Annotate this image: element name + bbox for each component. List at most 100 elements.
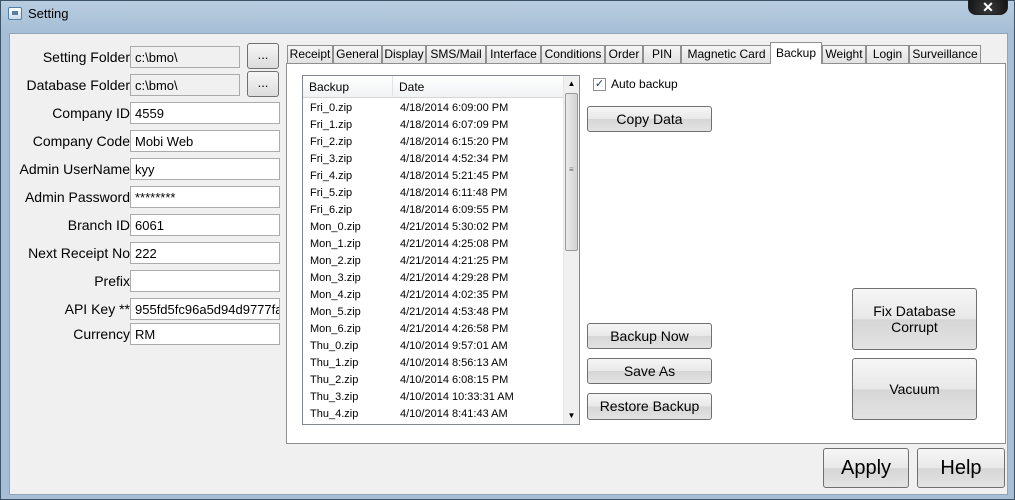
backup-list-rows: Fri_0.zip 4/18/2014 6:09:00 PM Fri_1.zip 4/… bbox=[303, 100, 565, 423]
scroll-grip-icon: ≡ bbox=[569, 165, 574, 174]
admin-username-label: Admin UserName bbox=[19, 161, 130, 177]
list-item[interactable]: Thu_0.zip 4/10/2014 9:57:01 AM bbox=[303, 338, 565, 355]
backup-list[interactable]: Backup Date Fri_0.zip 4/18/2014 6:09:00 P… bbox=[302, 75, 580, 425]
backup-date: 4/21/2014 4:02:35 PM bbox=[400, 289, 509, 301]
backup-file-name: Thu_3.zip bbox=[310, 391, 359, 403]
list-item[interactable]: Fri_1.zip 4/18/2014 6:07:09 PM bbox=[303, 117, 565, 134]
title-bar[interactable]: Setting ✕ bbox=[1, 0, 1014, 27]
next-receipt-field[interactable]: 222 bbox=[130, 242, 280, 264]
tab-login[interactable]: Login bbox=[866, 45, 909, 63]
list-item[interactable]: Mon_6.zip 4/21/2014 4:26:58 PM bbox=[303, 321, 565, 338]
tab-receipt[interactable]: Receipt bbox=[287, 45, 333, 63]
list-item[interactable]: Thu_3.zip 4/10/2014 10:33:31 AM bbox=[303, 389, 565, 406]
column-header-backup[interactable]: Backup bbox=[303, 76, 393, 98]
prefix-field[interactable] bbox=[130, 270, 280, 292]
backup-file-name: Fri_6.zip bbox=[310, 204, 353, 216]
column-header-date[interactable]: Date bbox=[393, 76, 565, 98]
setting-folder-field[interactable]: c:\bmo\ bbox=[130, 46, 240, 68]
list-item[interactable]: Mon_5.zip 4/21/2014 4:53:48 PM bbox=[303, 304, 565, 321]
company-code-field[interactable]: Mobi Web bbox=[130, 130, 280, 152]
backup-file-name: Fri_1.zip bbox=[310, 119, 353, 131]
api-key-field[interactable]: 955fd5fc96a5d94d9777fa bbox=[130, 298, 280, 320]
backup-date: 4/18/2014 6:09:00 PM bbox=[400, 102, 509, 114]
company-code-row: Company Code Mobi Web bbox=[10, 130, 290, 152]
backup-list-scrollbar[interactable]: ▲ ≡ ▼ bbox=[563, 76, 579, 424]
tab-magnetic-card[interactable]: Magnetic Card bbox=[681, 45, 772, 63]
database-folder-browse-button[interactable]: ... bbox=[247, 71, 279, 97]
tab-pin[interactable]: PIN bbox=[643, 45, 681, 63]
list-item[interactable]: Mon_0.zip 4/21/2014 5:30:02 PM bbox=[303, 219, 565, 236]
tab-conditions[interactable]: Conditions bbox=[541, 45, 605, 63]
list-item[interactable]: Fri_3.zip 4/18/2014 4:52:34 PM bbox=[303, 151, 565, 168]
backup-date: 4/10/2014 8:41:43 AM bbox=[400, 408, 508, 420]
tab-backup[interactable]: Backup bbox=[770, 42, 822, 64]
backup-date: 4/21/2014 4:29:28 PM bbox=[400, 272, 509, 284]
tab-sms-mail[interactable]: SMS/Mail bbox=[426, 45, 486, 63]
apply-button[interactable]: Apply bbox=[823, 448, 909, 488]
list-item[interactable]: Mon_4.zip 4/21/2014 4:02:35 PM bbox=[303, 287, 565, 304]
backup-date: 4/18/2014 6:09:55 PM bbox=[400, 204, 509, 216]
tab-interface[interactable]: Interface bbox=[486, 45, 541, 63]
backup-panel: Backup Date Fri_0.zip 4/18/2014 6:09:00 P… bbox=[286, 63, 1006, 444]
scroll-down-arrow-icon[interactable]: ▼ bbox=[564, 408, 579, 424]
list-item[interactable]: Fri_4.zip 4/18/2014 5:21:45 PM bbox=[303, 168, 565, 185]
tab-general[interactable]: General bbox=[333, 45, 382, 63]
list-item[interactable]: Thu_1.zip 4/10/2014 8:56:13 AM bbox=[303, 355, 565, 372]
branch-id-row: Branch ID 6061 bbox=[10, 214, 290, 236]
tab-surveillance[interactable]: Surveillance bbox=[909, 45, 981, 63]
auto-backup-checkbox[interactable]: ✓ bbox=[593, 78, 606, 91]
tab-display[interactable]: Display bbox=[382, 45, 426, 63]
backup-date: 4/10/2014 9:57:01 AM bbox=[400, 340, 508, 352]
fix-database-corrupt-button[interactable]: Fix Database Corrupt bbox=[852, 288, 977, 350]
backup-file-name: Fri_3.zip bbox=[310, 153, 353, 165]
app-icon bbox=[8, 7, 22, 20]
currency-field[interactable]: RM bbox=[130, 323, 280, 345]
window-title: Setting bbox=[28, 6, 69, 21]
currency-row: Currency RM bbox=[10, 323, 290, 345]
setting-folder-browse-button[interactable]: ... bbox=[247, 43, 279, 69]
backup-date: 4/21/2014 4:25:08 PM bbox=[400, 238, 509, 250]
list-item[interactable]: Fri_0.zip 4/18/2014 6:09:00 PM bbox=[303, 100, 565, 117]
backup-date: 4/10/2014 8:56:13 AM bbox=[400, 357, 508, 369]
admin-password-row: Admin Password ******** bbox=[10, 186, 290, 208]
backup-file-name: Fri_2.zip bbox=[310, 136, 353, 148]
restore-backup-button[interactable]: Restore Backup bbox=[587, 393, 712, 420]
api-key-row: API Key ** 955fd5fc96a5d94d9777fa bbox=[10, 298, 290, 320]
admin-username-field[interactable]: kyy bbox=[130, 158, 280, 180]
list-item[interactable]: Mon_1.zip 4/21/2014 4:25:08 PM bbox=[303, 236, 565, 253]
backup-file-name: Fri_5.zip bbox=[310, 187, 353, 199]
scroll-up-arrow-icon[interactable]: ▲ bbox=[564, 76, 579, 92]
tab-order[interactable]: Order bbox=[605, 45, 643, 63]
copy-data-button[interactable]: Copy Data bbox=[587, 106, 712, 132]
backup-file-name: Mon_6.zip bbox=[310, 323, 361, 335]
tab-weight[interactable]: Weight bbox=[822, 45, 866, 63]
dialog-body: Setting Folder c:\bmo\ ... Database Fold… bbox=[9, 33, 1008, 495]
close-button[interactable]: ✕ bbox=[968, 0, 1008, 15]
list-item[interactable]: Fri_6.zip 4/18/2014 6:09:55 PM bbox=[303, 202, 565, 219]
company-code-label: Company Code bbox=[32, 133, 130, 149]
backup-file-name: Fri_4.zip bbox=[310, 170, 353, 182]
backup-file-name: Thu_4.zip bbox=[310, 408, 359, 420]
settings-window: Setting ✕ Setting Folder c:\bmo\ ... Dat… bbox=[0, 0, 1015, 500]
list-item[interactable]: Fri_2.zip 4/18/2014 6:15:20 PM bbox=[303, 134, 565, 151]
backup-date: 4/10/2014 6:08:15 PM bbox=[400, 374, 509, 386]
list-item[interactable]: Fri_5.zip 4/18/2014 6:11:48 PM bbox=[303, 185, 565, 202]
backup-file-name: Fri_0.zip bbox=[310, 102, 353, 114]
backup-now-button[interactable]: Backup Now bbox=[587, 323, 712, 349]
database-folder-field[interactable]: c:\bmo\ bbox=[130, 74, 240, 96]
vacuum-button[interactable]: Vacuum bbox=[852, 358, 977, 420]
admin-password-field[interactable]: ******** bbox=[130, 186, 280, 208]
save-as-button[interactable]: Save As bbox=[587, 358, 712, 384]
admin-username-row: Admin UserName kyy bbox=[10, 158, 290, 180]
list-item[interactable]: Thu_2.zip 4/10/2014 6:08:15 PM bbox=[303, 372, 565, 389]
scroll-thumb[interactable]: ≡ bbox=[565, 93, 578, 251]
help-button[interactable]: Help bbox=[917, 448, 1005, 488]
branch-id-field[interactable]: 6061 bbox=[130, 214, 280, 236]
list-item[interactable]: Mon_3.zip 4/21/2014 4:29:28 PM bbox=[303, 270, 565, 287]
list-item[interactable]: Thu_4.zip 4/10/2014 8:41:43 AM bbox=[303, 406, 565, 423]
company-id-field[interactable]: 4559 bbox=[130, 102, 280, 124]
next-receipt-label: Next Receipt No bbox=[28, 245, 130, 261]
list-item[interactable]: Mon_2.zip 4/21/2014 4:21:25 PM bbox=[303, 253, 565, 270]
backup-date: 4/18/2014 4:52:34 PM bbox=[400, 153, 509, 165]
company-id-row: Company ID 4559 bbox=[10, 102, 290, 124]
